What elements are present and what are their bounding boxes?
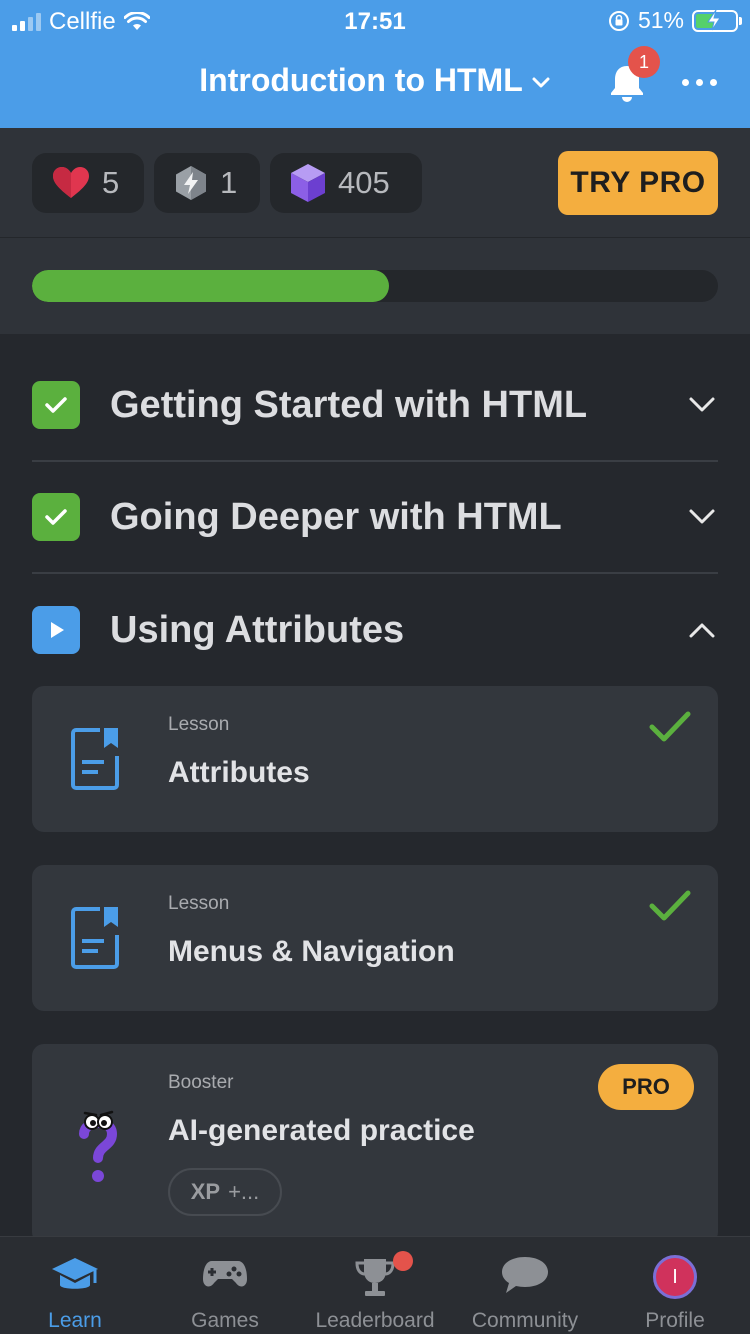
progress-fill [32, 270, 389, 302]
lesson-document-icon [71, 907, 119, 969]
energy-bolt-icon [176, 166, 206, 200]
item-kind: Lesson [168, 714, 230, 735]
tab-profile[interactable]: I Profile [600, 1237, 750, 1334]
bottom-tab-bar: Learn Games Leaderboard Community I Prof… [0, 1236, 750, 1334]
item-kind: Lesson [168, 893, 230, 914]
rotation-lock-icon [608, 10, 629, 31]
top-bar: Cellfie 17:51 51% Introduction to HTML 1 [0, 0, 750, 128]
item-title: Attributes [168, 756, 310, 789]
module-title: Going Deeper with HTML [110, 495, 562, 538]
completed-check-icon [649, 711, 691, 742]
chat-bubble-icon [450, 1255, 600, 1299]
more-options-icon[interactable] [682, 79, 717, 86]
tab-label: Learn [48, 1309, 102, 1332]
tab-community[interactable]: Community [450, 1237, 600, 1334]
charging-bolt-icon [707, 9, 721, 30]
notification-badge: 1 [628, 46, 660, 78]
chevron-up-icon[interactable] [686, 621, 718, 639]
tab-games[interactable]: Games [150, 1237, 300, 1334]
module-going-deeper[interactable]: Going Deeper with HTML [32, 462, 718, 574]
battery-icon [692, 9, 742, 32]
module-getting-started[interactable]: Getting Started with HTML [32, 350, 718, 462]
avatar: I [653, 1255, 697, 1299]
course-title: Introduction to HTML [199, 62, 523, 98]
hearts-count: 5 [102, 165, 120, 200]
trophy-icon [300, 1255, 450, 1299]
chevron-down-icon [532, 77, 550, 88]
completed-check-icon [649, 890, 691, 921]
item-title: Menus & Navigation [168, 935, 455, 968]
energy-count: 1 [220, 165, 238, 200]
module-title: Getting Started with HTML [110, 383, 588, 426]
progress-track [32, 270, 718, 302]
gems-count: 405 [338, 165, 390, 200]
leaderboard-notification-dot [393, 1251, 413, 1271]
battery-percent: 51% [637, 7, 684, 33]
item-title: AI-generated practice [168, 1114, 475, 1147]
hearts-counter[interactable]: 5 [32, 153, 144, 213]
heart-icon [53, 167, 89, 198]
gamepad-icon [150, 1255, 300, 1299]
energy-counter[interactable]: 1 [154, 153, 260, 213]
chevron-down-icon[interactable] [686, 508, 718, 526]
xp-label: XP [190, 1179, 221, 1204]
gems-counter[interactable]: 405 [270, 153, 422, 213]
lesson-card-attributes[interactable]: Lesson Attributes [32, 686, 718, 832]
xp-chip: XP +... [168, 1168, 282, 1216]
tab-leaderboard[interactable]: Leaderboard [300, 1237, 450, 1334]
status-right: 51% [608, 7, 742, 34]
question-mark-mascot-icon [79, 1110, 118, 1182]
try-pro-button[interactable]: TRY PRO [558, 151, 718, 215]
tab-label: Leaderboard [315, 1309, 435, 1332]
pro-badge: PRO [598, 1064, 694, 1110]
tab-label: Games [191, 1309, 259, 1332]
lesson-document-icon [71, 728, 119, 790]
booster-card-ai-practice[interactable]: Booster AI-generated practice PRO XP +..… [32, 1044, 718, 1244]
module-complete-check-icon [32, 381, 80, 429]
gem-cube-icon [291, 164, 325, 202]
xp-value: +... [228, 1179, 260, 1204]
play-icon [32, 606, 80, 654]
module-title: Using Attributes [110, 608, 405, 651]
graduation-cap-icon [0, 1255, 150, 1299]
status-bar: Cellfie 17:51 51% [0, 0, 750, 40]
module-complete-check-icon [32, 493, 80, 541]
tab-label: Profile [645, 1309, 705, 1332]
item-kind: Booster [168, 1072, 234, 1093]
module-using-attributes[interactable]: Using Attributes [32, 574, 718, 686]
chevron-down-icon[interactable] [686, 396, 718, 414]
lesson-card-menus-navigation[interactable]: Lesson Menus & Navigation [32, 865, 718, 1011]
tab-label: Community [471, 1309, 579, 1332]
tab-learn[interactable]: Learn [0, 1237, 150, 1334]
course-progress [0, 238, 750, 334]
stats-bar: 5 1 405 TRY PRO [0, 128, 750, 238]
